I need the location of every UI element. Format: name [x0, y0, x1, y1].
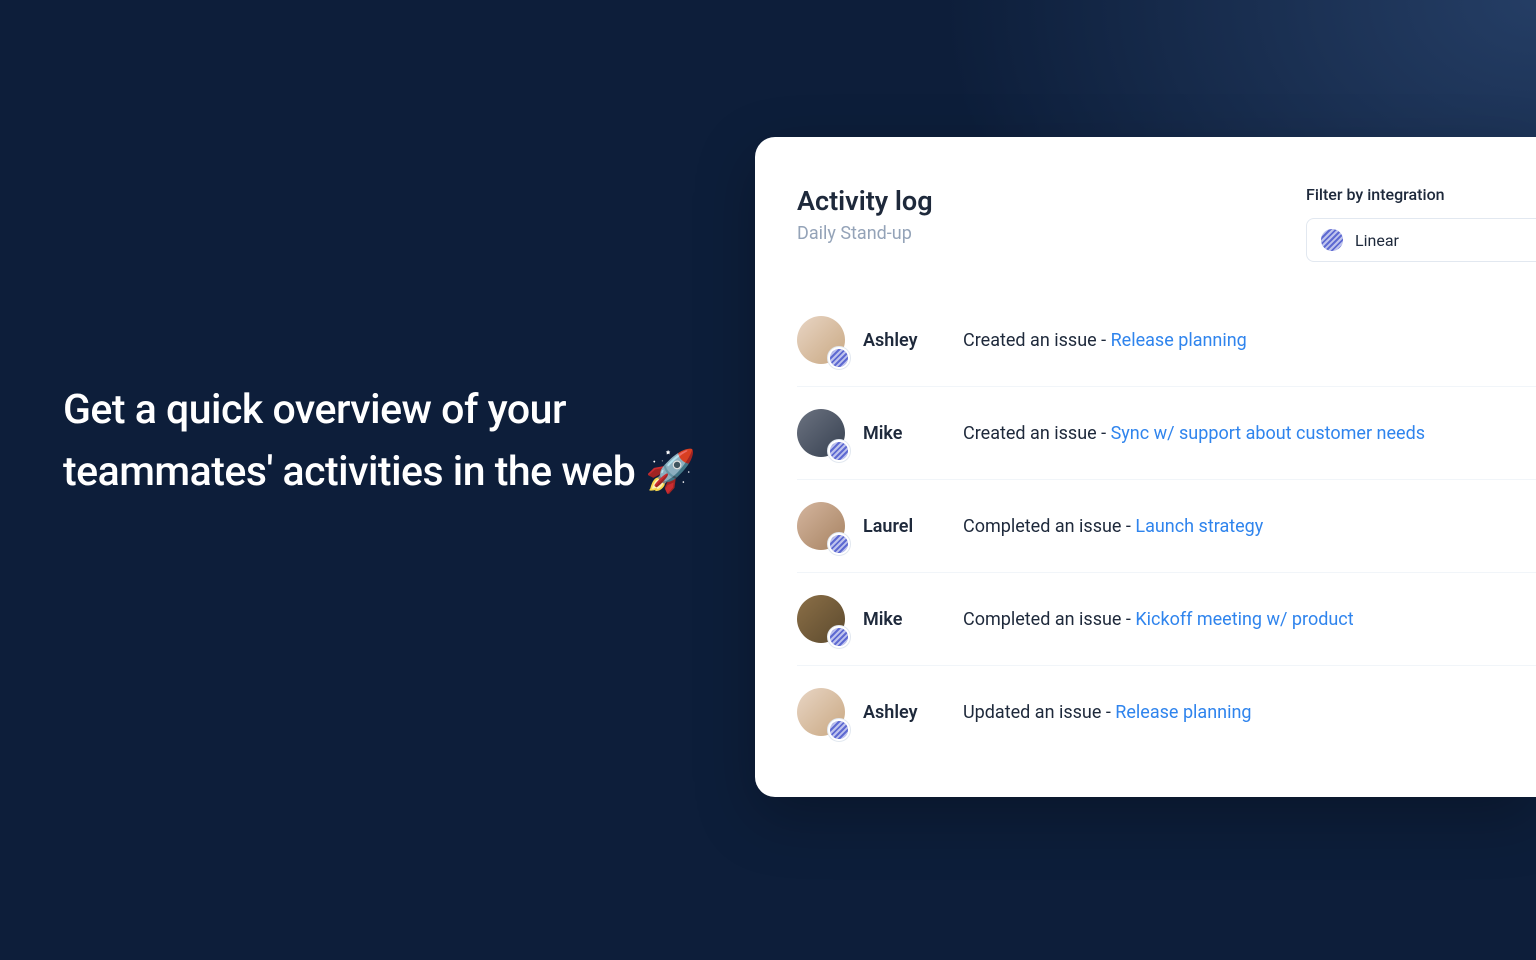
avatar — [797, 595, 845, 643]
filter-section: Filter by integration Linear — [1306, 185, 1536, 262]
linear-icon — [830, 349, 848, 367]
activity-link[interactable]: Launch strategy — [1135, 516, 1263, 537]
activity-link[interactable]: Release planning — [1115, 702, 1251, 723]
card-title: Activity log — [797, 185, 933, 217]
integration-badge — [827, 532, 851, 556]
avatar — [797, 502, 845, 550]
activity-row: Mike Completed an issue - Kickoff meetin… — [797, 573, 1536, 666]
linear-icon — [1321, 229, 1343, 251]
linear-icon — [830, 442, 848, 460]
activity-action: Completed an issue - — [963, 516, 1135, 537]
activity-link[interactable]: Release planning — [1111, 330, 1247, 351]
activity-text: Updated an issue - Release planning — [963, 702, 1252, 723]
linear-icon — [830, 628, 848, 646]
user-name: Ashley — [863, 702, 963, 723]
linear-icon — [830, 721, 848, 739]
user-name: Laurel — [863, 516, 963, 537]
card-subtitle: Daily Stand-up — [797, 223, 933, 244]
activity-text: Completed an issue - Launch strategy — [963, 516, 1263, 537]
activity-log-card: Activity log Daily Stand-up Filter by in… — [755, 137, 1536, 797]
linear-icon — [830, 535, 848, 553]
avatar — [797, 316, 845, 364]
promo-heading: Get a quick overview of your teammates' … — [63, 380, 743, 503]
activity-row: Mike Created an issue - Sync w/ support … — [797, 387, 1536, 480]
activity-row: Ashley Created an issue - Release planni… — [797, 294, 1536, 387]
filter-selected-label: Linear — [1355, 231, 1399, 250]
activity-list: Ashley Created an issue - Release planni… — [797, 294, 1536, 758]
activity-link[interactable]: Kickoff meeting w/ product — [1135, 609, 1353, 630]
activity-action: Created an issue - — [963, 330, 1111, 351]
activity-text: Created an issue - Sync w/ support about… — [963, 423, 1425, 444]
user-name: Mike — [863, 609, 963, 630]
activity-row: Ashley Updated an issue - Release planni… — [797, 666, 1536, 758]
integration-badge — [827, 625, 851, 649]
activity-text: Created an issue - Release planning — [963, 330, 1247, 351]
activity-action: Updated an issue - — [963, 702, 1115, 723]
filter-dropdown[interactable]: Linear — [1306, 218, 1536, 262]
activity-action: Completed an issue - — [963, 609, 1135, 630]
activity-action: Created an issue - — [963, 423, 1111, 444]
avatar — [797, 409, 845, 457]
activity-link[interactable]: Sync w/ support about customer needs — [1111, 423, 1425, 444]
user-name: Mike — [863, 423, 963, 444]
card-title-section: Activity log Daily Stand-up — [797, 185, 933, 244]
activity-text: Completed an issue - Kickoff meeting w/ … — [963, 609, 1354, 630]
avatar — [797, 688, 845, 736]
activity-row: Laurel Completed an issue - Launch strat… — [797, 480, 1536, 573]
user-name: Ashley — [863, 330, 963, 351]
integration-badge — [827, 439, 851, 463]
integration-badge — [827, 718, 851, 742]
integration-badge — [827, 346, 851, 370]
filter-label: Filter by integration — [1306, 185, 1536, 204]
